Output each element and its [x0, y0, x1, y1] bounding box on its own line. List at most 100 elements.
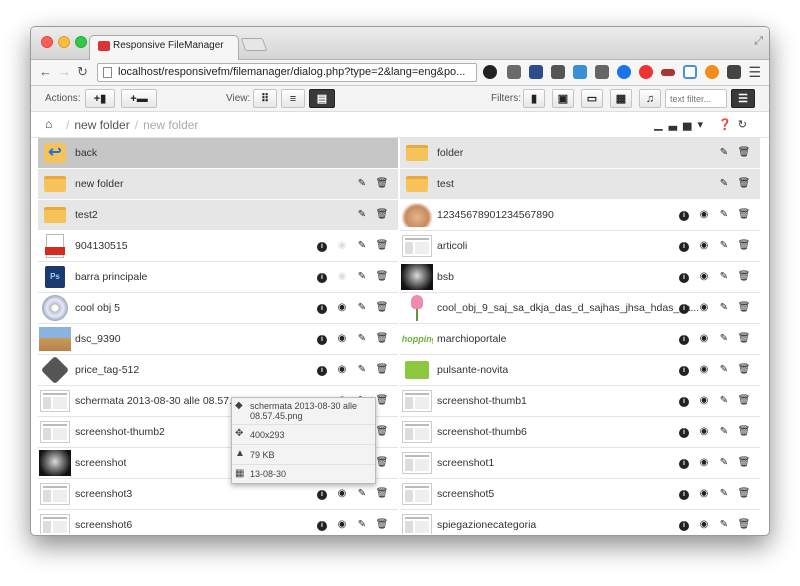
browser-menu-icon[interactable]: ☰	[748, 64, 761, 81]
new-tab-button[interactable]	[240, 38, 268, 51]
info-icon[interactable]: i	[674, 364, 694, 376]
thumbnail[interactable]	[39, 232, 71, 261]
delete-trash-icon[interactable]: 🗑	[372, 488, 392, 500]
delete-trash-icon[interactable]: 🗑	[734, 302, 754, 314]
thumbnail[interactable]	[39, 418, 71, 447]
info-icon[interactable]: i	[312, 302, 332, 314]
info-icon[interactable]: i	[312, 271, 332, 283]
rename-pencil-icon[interactable]: ✎	[714, 209, 734, 221]
preview-eye-icon[interactable]: ◉	[694, 395, 714, 407]
thumbnail[interactable]	[401, 511, 433, 534]
file-row[interactable]: dsc_9390 i ◉ ✎ 🗑	[38, 324, 398, 355]
thumbnail[interactable]: shopping	[401, 325, 433, 354]
rename-pencil-icon[interactable]: ✎	[352, 333, 372, 345]
file-row[interactable]: Ps barra principale i ◉ ✎ 🗑	[38, 262, 398, 293]
delete-trash-icon[interactable]: 🗑	[734, 240, 754, 252]
delete-trash-icon[interactable]: 🗑	[734, 395, 754, 407]
thumbnail[interactable]	[401, 170, 433, 199]
thumbnail[interactable]	[39, 449, 71, 478]
info-icon[interactable]: i	[312, 240, 332, 252]
screen-capture-icon[interactable]	[683, 65, 697, 79]
rename-pencil-icon[interactable]: ✎	[714, 240, 734, 252]
thumbnail[interactable]	[401, 294, 433, 323]
rename-pencil-icon[interactable]: ✎	[352, 302, 372, 314]
settings-gear-icon[interactable]	[483, 65, 497, 79]
delete-trash-icon[interactable]: 🗑	[734, 333, 754, 345]
filter-menu-button[interactable]: ☰	[731, 89, 755, 108]
back-arrow-icon[interactable]: ←	[39, 64, 52, 80]
fullscreen-icon[interactable]: ⤢	[754, 35, 763, 48]
file-row[interactable]: 12345678901234567890 i ◉ ✎ 🗑	[400, 200, 760, 231]
folder-row[interactable]: folder ✎ 🗑	[400, 138, 760, 169]
file-row[interactable]: screenshot5 i ◉ ✎ 🗑	[400, 479, 760, 510]
info-icon[interactable]: i	[312, 333, 332, 345]
stop-sign-icon[interactable]	[639, 65, 653, 79]
file-row[interactable]: screenshot-thumb1 i ◉ ✎ 🗑	[400, 386, 760, 417]
info-icon[interactable]: i	[674, 333, 694, 345]
rename-pencil-icon[interactable]: ✎	[352, 209, 372, 221]
file-row[interactable]: screenshot1 i ◉ ✎ 🗑	[400, 448, 760, 479]
magic-wand-icon[interactable]	[507, 65, 521, 79]
hand-icon[interactable]	[595, 65, 609, 79]
folder-row[interactable]: new folder ✎ 🗑	[38, 169, 398, 200]
forward-arrow-icon[interactable]: →	[58, 64, 71, 80]
rename-pencil-icon[interactable]: ✎	[714, 333, 734, 345]
delete-trash-icon[interactable]: 🗑	[734, 457, 754, 469]
delete-trash-icon[interactable]: 🗑	[734, 178, 754, 190]
file-row[interactable]: screenshot6 i ◉ ✎ 🗑	[38, 510, 398, 534]
thumbnail[interactable]	[39, 325, 71, 354]
thumbnail[interactable]	[401, 263, 433, 292]
view-columns-button[interactable]: ▤	[309, 89, 335, 108]
thumbnail[interactable]: ↩	[39, 139, 71, 168]
rename-pencil-icon[interactable]: ✎	[714, 395, 734, 407]
file-row[interactable]: cool_obj_9_saj_sa_dkja_das_d_sajhas_jhsa…	[400, 293, 760, 324]
thumbnail[interactable]	[401, 480, 433, 509]
filter-archives-button[interactable]: ▭	[581, 89, 603, 108]
file-row[interactable]: articoli i ◉ ✎ 🗑	[400, 231, 760, 262]
delete-trash-icon[interactable]: 🗑	[734, 426, 754, 438]
home-icon[interactable]: ⌂	[45, 117, 52, 131]
preview-eye-icon[interactable]: ◉	[694, 209, 714, 221]
preview-eye-icon[interactable]: ◉	[332, 333, 352, 345]
rename-pencil-icon[interactable]: ✎	[714, 302, 734, 314]
folder-row[interactable]: ↩ back	[38, 138, 398, 169]
file-name[interactable]: new folder	[75, 178, 398, 190]
thumbnail[interactable]: Ps	[39, 263, 71, 292]
delete-trash-icon[interactable]: 🗑	[734, 488, 754, 500]
rename-pencil-icon[interactable]: ✎	[352, 178, 372, 190]
filter-files-button[interactable]: ▮	[523, 89, 545, 108]
address-bar[interactable]: localhost/responsivefm/filemanager/dialo…	[97, 63, 477, 82]
file-row[interactable]: screenshot-thumb6 i ◉ ✎ 🗑	[400, 417, 760, 448]
thumbnail[interactable]	[39, 480, 71, 509]
file-name[interactable]: test2	[75, 209, 398, 221]
rename-pencil-icon[interactable]: ✎	[714, 271, 734, 283]
delete-trash-icon[interactable]: 🗑	[372, 209, 392, 221]
flame-icon[interactable]	[705, 65, 719, 79]
file-name[interactable]: folder	[437, 147, 760, 159]
browser-tab[interactable]: Responsive FileManager	[89, 35, 239, 60]
delete-trash-icon[interactable]: 🗑	[372, 178, 392, 190]
preview-eye-icon[interactable]: ◉	[332, 302, 352, 314]
info-icon[interactable]: i	[674, 302, 694, 314]
info-icon[interactable]: i	[674, 395, 694, 407]
folder-row[interactable]: test2 ✎ 🗑	[38, 200, 398, 231]
preview-eye-icon[interactable]: ◉	[694, 519, 714, 531]
link-icon[interactable]	[573, 65, 587, 79]
thumbnail[interactable]	[401, 139, 433, 168]
rename-pencil-icon[interactable]: ✎	[714, 426, 734, 438]
thumbnail[interactable]	[39, 511, 71, 534]
thumbnail[interactable]	[401, 201, 433, 230]
preview-eye-icon[interactable]: ◉	[694, 364, 714, 376]
reload-icon[interactable]: ↻	[77, 64, 88, 80]
preview-eye-icon[interactable]: ◉	[694, 333, 714, 345]
delete-trash-icon[interactable]: 🗑	[734, 271, 754, 283]
file-name[interactable]: test	[437, 178, 760, 190]
file-row[interactable]: 904130515 i ◉ ✎ 🗑	[38, 231, 398, 262]
thumbnail[interactable]	[401, 387, 433, 416]
view-boxes-button[interactable]: ⠿	[253, 89, 277, 108]
preview-eye-icon[interactable]: ◉	[332, 364, 352, 376]
rename-pencil-icon[interactable]: ✎	[714, 488, 734, 500]
info-icon[interactable]: i	[312, 364, 332, 376]
folder-row[interactable]: test ✎ 🗑	[400, 169, 760, 200]
help-icon[interactable]: ❓	[718, 119, 738, 131]
